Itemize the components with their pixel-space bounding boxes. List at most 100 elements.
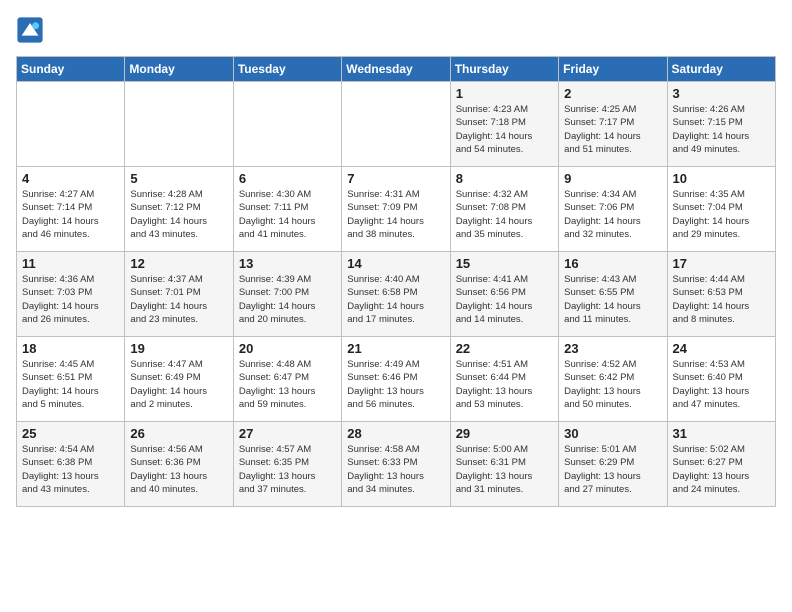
calendar-day-cell: 19Sunrise: 4:47 AM Sunset: 6:49 PM Dayli…	[125, 337, 233, 422]
day-info: Sunrise: 4:34 AM Sunset: 7:06 PM Dayligh…	[564, 188, 661, 241]
calendar-day-cell: 22 Sunrise: 4:51 AM Sunset: 6:44 PM Dayli…	[450, 337, 558, 422]
day-number: 18	[22, 341, 119, 356]
day-number: 30	[564, 426, 661, 441]
weekday-header-wednesday: Wednesday	[342, 57, 450, 82]
day-info: Sunrise: 5:02 AM Sunset: 6:27 PM Dayligh…	[673, 443, 770, 496]
day-info: Sunrise: 4:48 AM Sunset: 6:47 PM Dayligh…	[239, 358, 336, 411]
calendar-day-cell: 12Sunrise: 4:37 AM Sunset: 7:01 PM Dayli…	[125, 252, 233, 337]
day-info: Sunrise: 4:41 AM Sunset: 6:56 PM Dayligh…	[456, 273, 553, 326]
day-info: Sunrise: 4:32 AM Sunset: 7:08 PM Dayligh…	[456, 188, 553, 241]
day-info: Sunrise: 4:43 AM Sunset: 6:55 PM Dayligh…	[564, 273, 661, 326]
calendar-day-cell	[342, 82, 450, 167]
weekday-header-saturday: Saturday	[667, 57, 775, 82]
day-info: Sunrise: 4:35 AM Sunset: 7:04 PM Dayligh…	[673, 188, 770, 241]
day-number: 31	[673, 426, 770, 441]
day-info: Sunrise: 4:40 AM Sunset: 6:58 PM Dayligh…	[347, 273, 444, 326]
calendar-day-cell: 28 Sunrise: 4:58 AM Sunset: 6:33 PM Dayli…	[342, 422, 450, 507]
day-number: 11	[22, 256, 119, 271]
calendar-day-cell: 16Sunrise: 4:43 AM Sunset: 6:55 PM Dayli…	[559, 252, 667, 337]
calendar-day-cell: 23Sunrise: 4:52 AM Sunset: 6:42 PM Dayli…	[559, 337, 667, 422]
page-header	[16, 16, 776, 44]
calendar-week-row: 4 Sunrise: 4:27 AM Sunset: 7:14 PM Daylig…	[17, 167, 776, 252]
day-info: Sunrise: 4:45 AM Sunset: 6:51 PM Dayligh…	[22, 358, 119, 411]
calendar-day-cell: 26 Sunrise: 4:56 AM Sunset: 6:36 PM Dayli…	[125, 422, 233, 507]
day-number: 1	[456, 86, 553, 101]
calendar-day-cell: 29 Sunrise: 5:00 AM Sunset: 6:31 PM Dayli…	[450, 422, 558, 507]
calendar-day-cell: 6 Sunrise: 4:30 AM Sunset: 7:11 PM Daylig…	[233, 167, 341, 252]
day-info: Sunrise: 4:28 AM Sunset: 7:12 PM Dayligh…	[130, 188, 227, 241]
calendar-week-row: 25 Sunrise: 4:54 AM Sunset: 6:38 PM Dayli…	[17, 422, 776, 507]
day-number: 9	[564, 171, 661, 186]
day-number: 5	[130, 171, 227, 186]
day-info: Sunrise: 4:54 AM Sunset: 6:38 PM Dayligh…	[22, 443, 119, 496]
day-info: Sunrise: 4:30 AM Sunset: 7:11 PM Dayligh…	[239, 188, 336, 241]
day-number: 14	[347, 256, 444, 271]
calendar-day-cell: 9 Sunrise: 4:34 AM Sunset: 7:06 PM Daylig…	[559, 167, 667, 252]
calendar-day-cell: 13 Sunrise: 4:39 AM Sunset: 7:00 PM Dayli…	[233, 252, 341, 337]
day-info: Sunrise: 5:01 AM Sunset: 6:29 PM Dayligh…	[564, 443, 661, 496]
day-number: 27	[239, 426, 336, 441]
day-info: Sunrise: 4:39 AM Sunset: 7:00 PM Dayligh…	[239, 273, 336, 326]
day-info: Sunrise: 4:56 AM Sunset: 6:36 PM Dayligh…	[130, 443, 227, 496]
calendar-week-row: 1 Sunrise: 4:23 AM Sunset: 7:18 PM Daylig…	[17, 82, 776, 167]
day-info: Sunrise: 4:52 AM Sunset: 6:42 PM Dayligh…	[564, 358, 661, 411]
calendar-day-cell: 10 Sunrise: 4:35 AM Sunset: 7:04 PM Dayli…	[667, 167, 775, 252]
day-info: Sunrise: 4:47 AM Sunset: 6:49 PM Dayligh…	[130, 358, 227, 411]
calendar-day-cell	[233, 82, 341, 167]
day-number: 8	[456, 171, 553, 186]
calendar-day-cell: 25 Sunrise: 4:54 AM Sunset: 6:38 PM Dayli…	[17, 422, 125, 507]
calendar-day-cell: 7 Sunrise: 4:31 AM Sunset: 7:09 PM Daylig…	[342, 167, 450, 252]
day-info: Sunrise: 4:31 AM Sunset: 7:09 PM Dayligh…	[347, 188, 444, 241]
day-number: 24	[673, 341, 770, 356]
day-info: Sunrise: 4:25 AM Sunset: 7:17 PM Dayligh…	[564, 103, 661, 156]
calendar-day-cell: 31 Sunrise: 5:02 AM Sunset: 6:27 PM Dayli…	[667, 422, 775, 507]
day-number: 7	[347, 171, 444, 186]
day-info: Sunrise: 5:00 AM Sunset: 6:31 PM Dayligh…	[456, 443, 553, 496]
calendar-day-cell: 3 Sunrise: 4:26 AM Sunset: 7:15 PM Daylig…	[667, 82, 775, 167]
weekday-header-friday: Friday	[559, 57, 667, 82]
calendar-day-cell: 18 Sunrise: 4:45 AM Sunset: 6:51 PM Dayli…	[17, 337, 125, 422]
calendar-day-cell: 27 Sunrise: 4:57 AM Sunset: 6:35 PM Dayli…	[233, 422, 341, 507]
day-number: 6	[239, 171, 336, 186]
day-number: 3	[673, 86, 770, 101]
calendar-day-cell: 2Sunrise: 4:25 AM Sunset: 7:17 PM Daylig…	[559, 82, 667, 167]
calendar-week-row: 11 Sunrise: 4:36 AM Sunset: 7:03 PM Dayli…	[17, 252, 776, 337]
day-number: 15	[456, 256, 553, 271]
calendar-table: SundayMondayTuesdayWednesdayThursdayFrid…	[16, 56, 776, 507]
day-number: 29	[456, 426, 553, 441]
calendar-day-cell	[125, 82, 233, 167]
day-info: Sunrise: 4:27 AM Sunset: 7:14 PM Dayligh…	[22, 188, 119, 241]
day-info: Sunrise: 4:23 AM Sunset: 7:18 PM Dayligh…	[456, 103, 553, 156]
day-info: Sunrise: 4:58 AM Sunset: 6:33 PM Dayligh…	[347, 443, 444, 496]
day-number: 13	[239, 256, 336, 271]
day-number: 4	[22, 171, 119, 186]
day-number: 21	[347, 341, 444, 356]
day-number: 20	[239, 341, 336, 356]
calendar-day-cell: 4 Sunrise: 4:27 AM Sunset: 7:14 PM Daylig…	[17, 167, 125, 252]
calendar-day-cell: 15 Sunrise: 4:41 AM Sunset: 6:56 PM Dayli…	[450, 252, 558, 337]
calendar-day-cell: 8 Sunrise: 4:32 AM Sunset: 7:08 PM Daylig…	[450, 167, 558, 252]
calendar-week-row: 18 Sunrise: 4:45 AM Sunset: 6:51 PM Dayli…	[17, 337, 776, 422]
day-number: 10	[673, 171, 770, 186]
weekday-header-thursday: Thursday	[450, 57, 558, 82]
calendar-day-cell: 1 Sunrise: 4:23 AM Sunset: 7:18 PM Daylig…	[450, 82, 558, 167]
day-info: Sunrise: 4:36 AM Sunset: 7:03 PM Dayligh…	[22, 273, 119, 326]
day-number: 28	[347, 426, 444, 441]
logo-icon	[16, 16, 44, 44]
calendar-day-cell: 24 Sunrise: 4:53 AM Sunset: 6:40 PM Dayli…	[667, 337, 775, 422]
calendar-day-cell: 17 Sunrise: 4:44 AM Sunset: 6:53 PM Dayli…	[667, 252, 775, 337]
day-number: 17	[673, 256, 770, 271]
day-info: Sunrise: 4:57 AM Sunset: 6:35 PM Dayligh…	[239, 443, 336, 496]
weekday-header-tuesday: Tuesday	[233, 57, 341, 82]
day-info: Sunrise: 4:26 AM Sunset: 7:15 PM Dayligh…	[673, 103, 770, 156]
day-info: Sunrise: 4:37 AM Sunset: 7:01 PM Dayligh…	[130, 273, 227, 326]
day-info: Sunrise: 4:44 AM Sunset: 6:53 PM Dayligh…	[673, 273, 770, 326]
calendar-day-cell: 20 Sunrise: 4:48 AM Sunset: 6:47 PM Dayli…	[233, 337, 341, 422]
day-number: 22	[456, 341, 553, 356]
day-info: Sunrise: 4:51 AM Sunset: 6:44 PM Dayligh…	[456, 358, 553, 411]
day-info: Sunrise: 4:53 AM Sunset: 6:40 PM Dayligh…	[673, 358, 770, 411]
day-number: 26	[130, 426, 227, 441]
weekday-header-monday: Monday	[125, 57, 233, 82]
day-number: 25	[22, 426, 119, 441]
calendar-day-cell: 30 Sunrise: 5:01 AM Sunset: 6:29 PM Dayli…	[559, 422, 667, 507]
